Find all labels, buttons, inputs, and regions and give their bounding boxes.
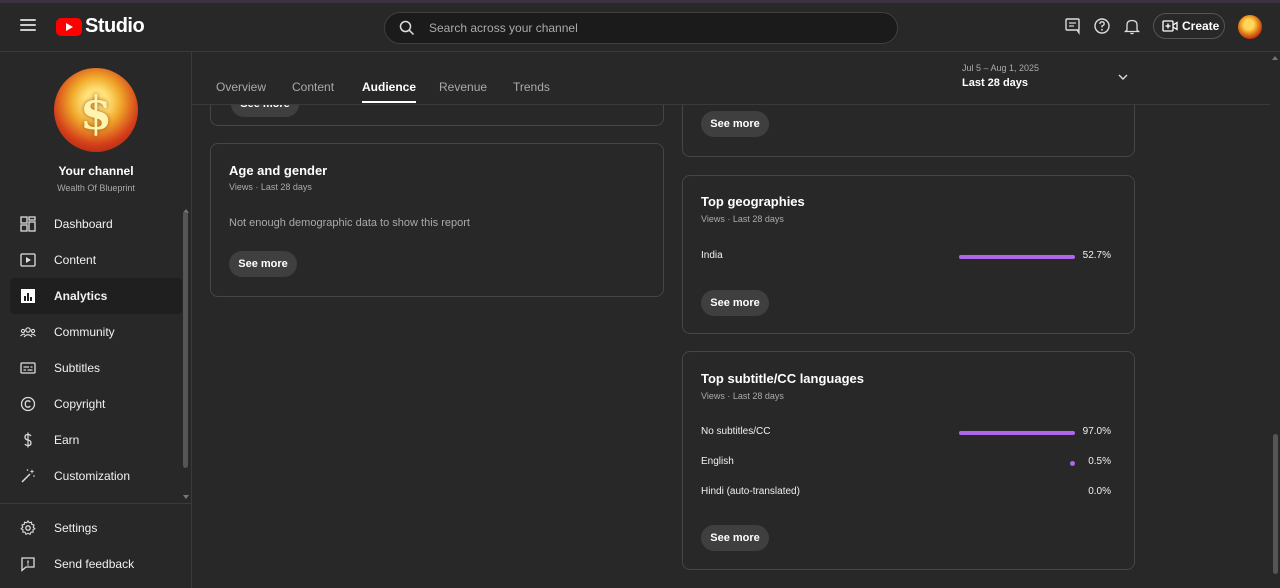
feedback-icon: [21, 557, 35, 572]
chevron-down-icon[interactable]: [1118, 72, 1128, 82]
sidebar-item-label: Settings: [54, 521, 98, 535]
top-bar: Studio Create: [0, 3, 1280, 52]
sidebar-item-label: Earn: [54, 433, 80, 447]
sidebar-item-community[interactable]: Community: [10, 314, 182, 350]
sidebar-item-dashboard[interactable]: Dashboard: [10, 206, 182, 242]
search-input[interactable]: [427, 20, 871, 36]
sidebar-divider: [0, 503, 191, 504]
list-item: English 0.5%: [701, 456, 1111, 470]
see-more-button[interactable]: See more: [701, 525, 769, 551]
customization-icon: [21, 469, 35, 483]
sidebar-item-copyright[interactable]: Copyright: [10, 386, 182, 422]
sidebar-item-label: Copyright: [54, 397, 106, 411]
channel-name: Wealth Of Blueprint: [57, 183, 135, 193]
account-avatar[interactable]: [1238, 15, 1262, 39]
row-label: Hindi (auto-translated): [701, 486, 800, 497]
percentage-bar: [959, 431, 1075, 435]
copyright-icon: [20, 396, 36, 412]
create-button[interactable]: Create: [1153, 13, 1225, 39]
sidebar-item-feedback[interactable]: Send feedback: [10, 546, 182, 582]
date-range-dates[interactable]: Jul 5 – Aug 1, 2025: [962, 63, 1039, 73]
row-value: 97.0%: [1082, 426, 1111, 437]
tab-overview[interactable]: Overview: [216, 80, 266, 94]
row-value: 0.5%: [1088, 456, 1111, 467]
analytics-icon: [21, 289, 35, 303]
help-icon[interactable]: [1093, 17, 1111, 35]
age-gender-card: Age and gender Views · Last 28 days Not …: [210, 143, 664, 297]
card-title: Age and gender: [229, 163, 328, 178]
sidebar-item-label: Dashboard: [54, 217, 113, 231]
empty-state-message: Not enough demographic data to show this…: [229, 217, 470, 229]
tab-audience[interactable]: Audience: [362, 80, 417, 103]
main-scroll-up[interactable]: [1272, 56, 1278, 60]
sidebar-scroll-down[interactable]: [183, 495, 189, 499]
list-item: No subtitles/CC 97.0%: [701, 426, 1111, 440]
create-video-icon: [1162, 20, 1178, 32]
see-more-button[interactable]: See more: [701, 290, 769, 316]
card-subtitle: Views · Last 28 days: [701, 391, 784, 401]
sidebar-item-subtitles[interactable]: Subtitles: [10, 350, 182, 386]
bell-icon[interactable]: [1123, 17, 1141, 35]
content-icon: [20, 253, 36, 267]
tab-trends[interactable]: Trends: [513, 80, 550, 94]
sidebar-item-label: Analytics: [54, 289, 108, 303]
earn-icon: [24, 432, 32, 448]
sidebar: $ Your channel Wealth Of Blueprint Dashb…: [0, 52, 192, 588]
sidebar-item-label: Content: [54, 253, 97, 267]
see-more-button[interactable]: See more: [701, 111, 769, 137]
analytics-tab-bar: Overview Content Audience Revenue Trends…: [192, 52, 1270, 105]
top-geographies-card: Top geographies Views · Last 28 days Ind…: [682, 175, 1135, 334]
search-icon: [399, 20, 415, 36]
date-range-label[interactable]: Last 28 days: [962, 77, 1028, 89]
list-item: India 52.7%: [701, 250, 1111, 264]
row-label: India: [701, 250, 723, 261]
subtitles-icon: [20, 362, 36, 374]
row-value: 52.7%: [1082, 250, 1111, 261]
app-name: Studio: [85, 15, 145, 37]
gear-icon: [20, 520, 36, 536]
list-item: Hindi (auto-translated) 0.0%: [701, 486, 1111, 500]
percentage-bar: [1070, 460, 1075, 466]
card-subtitle: Views · Last 28 days: [701, 214, 784, 224]
channel-avatar[interactable]: $: [54, 68, 138, 152]
percentage-bar: [959, 255, 1075, 259]
sidebar-item-analytics[interactable]: Analytics: [10, 278, 182, 314]
tab-content[interactable]: Content: [292, 80, 334, 94]
row-label: No subtitles/CC: [701, 426, 771, 437]
sidebar-item-content[interactable]: Content: [10, 242, 182, 278]
menu-icon[interactable]: [20, 19, 36, 31]
top-subtitle-languages-card: Top subtitle/CC languages Views · Last 2…: [682, 351, 1135, 570]
sidebar-item-label: Send feedback: [54, 557, 135, 571]
sidebar-item-earn[interactable]: Earn: [10, 422, 182, 458]
sidebar-item-label: Subtitles: [54, 361, 101, 375]
row-label: English: [701, 456, 734, 467]
card-title: Top subtitle/CC languages: [701, 371, 864, 386]
sidebar-item-customization[interactable]: Customization: [10, 458, 182, 494]
youtube-play-icon: [56, 17, 82, 36]
card-subtitle: Views · Last 28 days: [229, 182, 312, 192]
sidebar-item-settings[interactable]: Settings: [10, 510, 182, 546]
studio-logo[interactable]: Studio: [56, 15, 145, 38]
sidebar-item-label: Customization: [54, 469, 131, 483]
sidebar-scrollbar[interactable]: [183, 212, 188, 468]
channel-title: Your channel: [58, 164, 134, 178]
card-title: Top geographies: [701, 194, 805, 209]
dashboard-icon: [20, 216, 36, 232]
tab-revenue[interactable]: Revenue: [439, 80, 487, 94]
search-box[interactable]: [384, 12, 898, 44]
row-value: 0.0%: [1088, 486, 1111, 497]
create-label: Create: [1182, 19, 1220, 33]
community-icon: [20, 327, 36, 338]
channel-avatar-glyph: $: [79, 86, 112, 140]
main-scrollbar[interactable]: [1273, 434, 1278, 574]
sidebar-item-label: Community: [54, 325, 115, 339]
see-more-button[interactable]: See more: [229, 251, 297, 277]
comments-icon[interactable]: [1064, 17, 1082, 35]
